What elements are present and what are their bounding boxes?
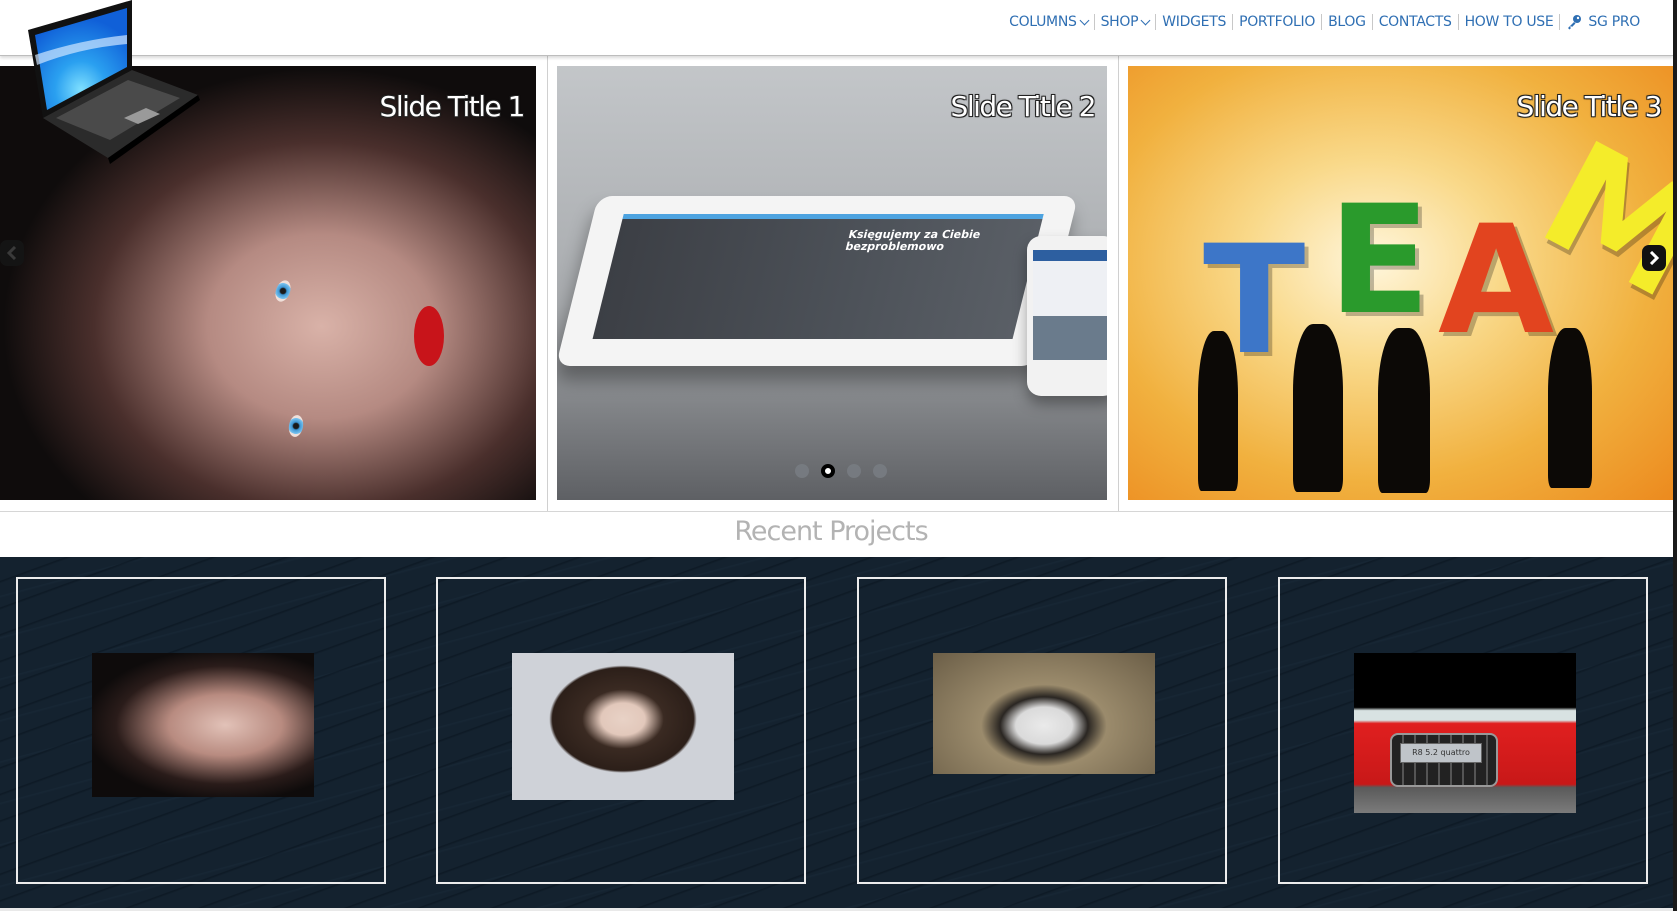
recent-projects-heading: Recent Projects: [734, 516, 928, 547]
slider-dot-2[interactable]: [821, 464, 835, 478]
chevron-down-icon: [1140, 15, 1151, 25]
tablet-screen: Księgujemy za Ciebie bezproblemowo: [592, 214, 1044, 339]
slider-dot-4[interactable]: [873, 464, 887, 478]
nav-columns[interactable]: COLUMNS: [1003, 14, 1093, 30]
nav-columns-label: COLUMNS: [1009, 14, 1077, 30]
laptop-logo-icon[interactable]: [20, 0, 220, 170]
team-letter-e: E: [1328, 174, 1431, 348]
chevron-right-icon: [1649, 251, 1660, 265]
silhouette-graphic: [1198, 331, 1238, 491]
slide-title: Slide Title 3: [1516, 90, 1663, 123]
nav-shop-label: SHOP: [1100, 14, 1139, 30]
slide-title: Slide Title 2: [950, 90, 1097, 123]
slide-divider: [547, 56, 548, 511]
silhouette-graphic: [1378, 328, 1430, 493]
nav-blog[interactable]: BLOG: [1322, 14, 1372, 30]
nav-sg-pro[interactable]: SG PRO: [1560, 14, 1646, 30]
section-divider: [0, 511, 1673, 512]
tablet-graphic: Księgujemy za Ciebie bezproblemowo: [557, 196, 1079, 366]
tablet-screen-text: Księgujemy za Ciebie bezproblemowo: [843, 228, 982, 253]
main-nav: COLUMNS SHOP WIDGETS PORTFOLIO BLOG CONT…: [1003, 14, 1646, 30]
nav-portfolio[interactable]: PORTFOLIO: [1233, 14, 1321, 30]
slide-3[interactable]: T E A M Slide Title 3: [1128, 66, 1673, 500]
slide-divider: [1118, 56, 1119, 511]
nav-contacts[interactable]: CONTACTS: [1373, 14, 1458, 30]
nav-widgets[interactable]: WIDGETS: [1156, 14, 1232, 30]
phone-graphic: [1027, 236, 1107, 396]
key-icon: [1568, 15, 1582, 30]
nav-shop[interactable]: SHOP: [1095, 14, 1156, 30]
chevron-left-icon: [6, 246, 17, 260]
project-image[interactable]: R8 5.2 quattro: [1354, 653, 1576, 813]
project-image[interactable]: [933, 653, 1155, 774]
site-header: COLUMNS SHOP WIDGETS PORTFOLIO BLOG CONT…: [0, 0, 1673, 56]
nav-how-to-use[interactable]: HOW TO USE: [1459, 14, 1560, 30]
project-card[interactable]: [16, 577, 386, 884]
slider-pagination: [795, 464, 887, 478]
silhouette-graphic: [1293, 324, 1343, 492]
eye-graphic: [287, 413, 305, 439]
page: COLUMNS SHOP WIDGETS PORTFOLIO BLOG CONT…: [0, 0, 1673, 911]
project-image[interactable]: [92, 653, 314, 797]
slider-prev-button[interactable]: [0, 240, 24, 266]
silhouette-graphic: [1548, 328, 1592, 488]
license-plate: R8 5.2 quattro: [1400, 743, 1482, 763]
window-edge: [1673, 0, 1677, 911]
slider-dot-3[interactable]: [847, 464, 861, 478]
slider-dot-1[interactable]: [795, 464, 809, 478]
slider-next-button[interactable]: [1642, 245, 1666, 271]
nav-sg-pro-label: SG PRO: [1588, 14, 1640, 30]
project-card[interactable]: [857, 577, 1227, 884]
slide-2[interactable]: Księgujemy za Ciebie bezproblemowo Slide…: [557, 66, 1107, 500]
project-card[interactable]: R8 5.2 quattro: [1278, 577, 1648, 884]
project-card[interactable]: [436, 577, 806, 884]
slide-title: Slide Title 1: [379, 90, 526, 123]
project-image[interactable]: [512, 653, 734, 800]
chevron-down-icon: [1079, 15, 1090, 25]
lips-graphic: [414, 306, 444, 366]
phone-screen: [1033, 250, 1107, 360]
eye-graphic: [272, 278, 294, 304]
projects-section: R8 5.2 quattro: [0, 557, 1673, 911]
